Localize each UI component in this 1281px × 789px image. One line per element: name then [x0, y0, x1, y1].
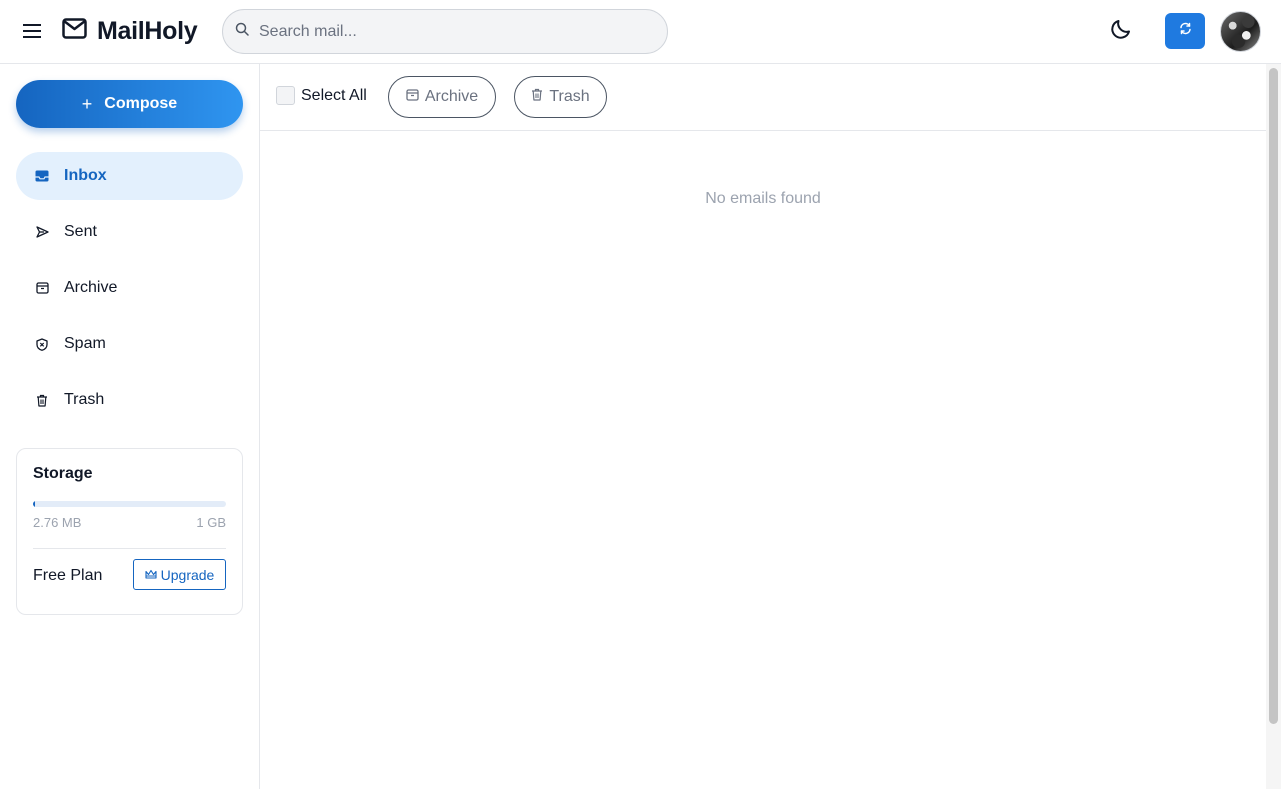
app-name: MailHoly — [97, 16, 198, 45]
compose-label: Compose — [104, 95, 178, 112]
sidebar-item-inbox[interactable]: Inbox — [16, 152, 243, 200]
refresh-button[interactable] — [1165, 13, 1205, 49]
sidebar-item-label: Trash — [64, 391, 105, 408]
hamburger-menu-icon[interactable] — [20, 19, 44, 43]
plus-icon: + — [81, 93, 93, 114]
empty-state-message: No emails found — [705, 190, 821, 207]
archive-icon — [406, 88, 419, 106]
search-icon — [235, 22, 249, 41]
search-bar[interactable] — [222, 9, 668, 54]
theme-toggle-button[interactable] — [1108, 18, 1134, 44]
inbox-icon — [34, 168, 50, 184]
storage-total: 1 GB — [196, 515, 226, 530]
storage-used: 2.76 MB — [33, 515, 82, 530]
user-avatar[interactable] — [1220, 11, 1261, 52]
envelope-icon — [62, 18, 87, 44]
sidebar-item-label: Spam — [64, 335, 106, 352]
divider — [33, 548, 226, 549]
trash-icon — [34, 392, 50, 408]
sidebar-item-trash[interactable]: Trash — [16, 376, 243, 424]
upgrade-button[interactable]: Upgrade — [133, 559, 226, 590]
app-logo[interactable]: MailHoly — [62, 14, 198, 48]
archive-label: Archive — [424, 88, 479, 105]
upgrade-label: Upgrade — [160, 566, 215, 583]
email-toolbar: Select All Archive Trash — [260, 64, 1266, 131]
sidebar: + Compose Inbox Sent Archive Spam Trash … — [0, 64, 260, 789]
trash-icon — [531, 88, 543, 106]
search-input[interactable] — [259, 22, 639, 41]
refresh-icon — [1179, 22, 1192, 40]
archive-icon — [34, 280, 50, 296]
sidebar-item-label: Sent — [64, 223, 97, 240]
trash-button[interactable]: Trash — [514, 76, 607, 118]
crown-icon — [145, 567, 157, 583]
storage-title: Storage — [33, 465, 93, 482]
select-all[interactable]: Select All — [276, 86, 367, 105]
sidebar-item-label: Archive — [64, 279, 118, 296]
storage-progress-fill — [33, 501, 35, 507]
main-content: Select All Archive Trash No emails found — [260, 64, 1266, 789]
send-icon — [34, 224, 50, 240]
select-all-checkbox[interactable] — [276, 86, 295, 105]
sidebar-item-archive[interactable]: Archive — [16, 264, 243, 312]
scrollbar[interactable] — [1266, 64, 1281, 789]
storage-card: Storage 2.76 MB 1 GB Free Plan Upgrade — [16, 448, 243, 615]
archive-button[interactable]: Archive — [388, 76, 496, 118]
plan-label: Free Plan — [33, 567, 103, 584]
sidebar-item-label: Inbox — [64, 167, 107, 184]
storage-progress-bar — [33, 501, 226, 507]
moon-icon — [1110, 18, 1132, 45]
select-all-label: Select All — [301, 86, 367, 104]
compose-button[interactable]: + Compose — [16, 80, 243, 128]
top-header: MailHoly — [0, 0, 1281, 64]
scrollbar-thumb[interactable] — [1269, 68, 1278, 724]
sidebar-item-spam[interactable]: Spam — [16, 320, 243, 368]
sidebar-item-sent[interactable]: Sent — [16, 208, 243, 256]
trash-label: Trash — [549, 88, 590, 105]
shield-icon — [34, 336, 50, 352]
